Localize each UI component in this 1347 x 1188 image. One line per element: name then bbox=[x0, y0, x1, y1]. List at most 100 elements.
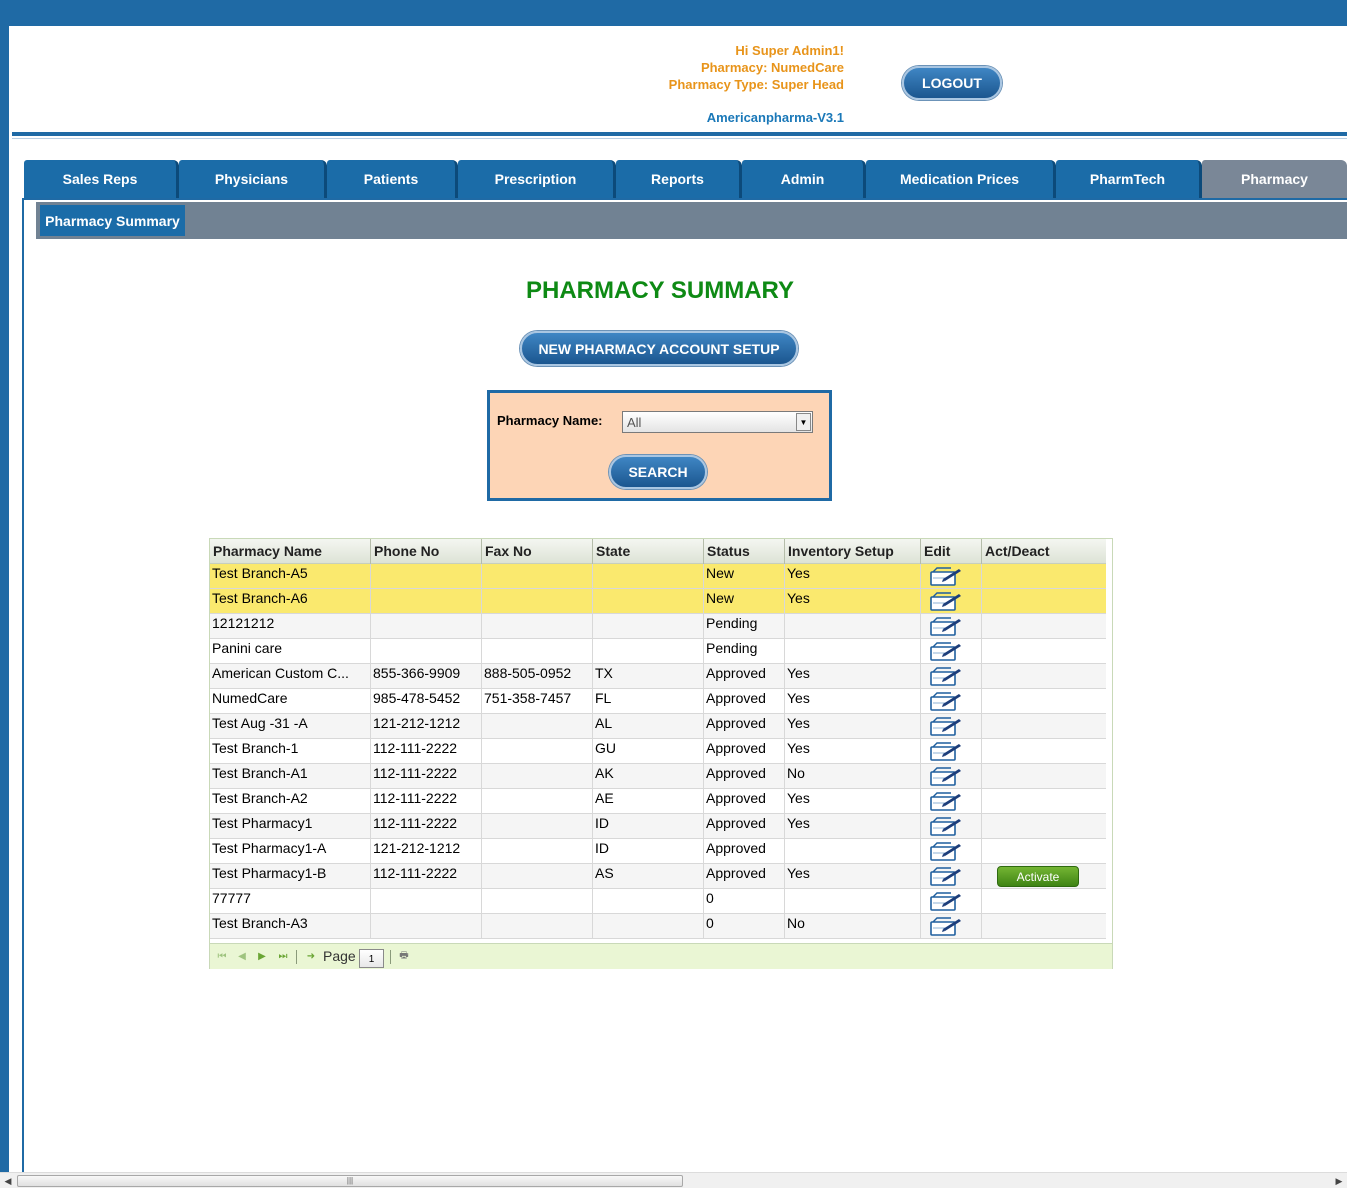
new-pharmacy-account-button[interactable]: NEW PHARMACY ACCOUNT SETUP bbox=[520, 331, 798, 366]
tab-pharmacy[interactable]: Pharmacy bbox=[1202, 160, 1347, 198]
cell-fax bbox=[482, 639, 593, 663]
main-nav: Sales Reps Physicians Patients Prescript… bbox=[24, 160, 1347, 198]
col-state[interactable]: State bbox=[593, 539, 704, 564]
edit-icon[interactable] bbox=[929, 915, 963, 937]
next-page-icon[interactable]: ▶ bbox=[255, 949, 269, 963]
table-row[interactable]: Test Pharmacy1 112-111-2222 ID Approved Yes bbox=[210, 814, 1106, 839]
table-row[interactable]: NumedCare 985-478-5452 751-358-7457 FL Appro… bbox=[210, 689, 1106, 714]
logout-button[interactable]: LOGOUT bbox=[902, 66, 1002, 100]
page-number-input[interactable]: 1 bbox=[359, 949, 384, 968]
cell-edit bbox=[921, 914, 982, 938]
edit-icon[interactable] bbox=[929, 615, 963, 637]
cell-act-deact bbox=[982, 639, 1106, 663]
col-act-deact[interactable]: Act/Deact bbox=[982, 539, 1106, 564]
pager-separator bbox=[296, 950, 297, 964]
table-row[interactable]: 77777 0 bbox=[210, 889, 1106, 914]
edit-icon[interactable] bbox=[929, 565, 963, 587]
cell-pharmacy-name: Test Branch-1 bbox=[210, 739, 371, 763]
pharmacy-name-select[interactable]: All ▼ bbox=[622, 411, 813, 433]
cell-status: Approved bbox=[704, 814, 785, 838]
edit-icon[interactable] bbox=[929, 640, 963, 662]
edit-icon[interactable] bbox=[929, 665, 963, 687]
table-row[interactable]: Panini care Pending bbox=[210, 639, 1106, 664]
cell-fax bbox=[482, 839, 593, 863]
edit-icon[interactable] bbox=[929, 765, 963, 787]
cell-pharmacy-name: NumedCare bbox=[210, 689, 371, 713]
tab-sales-reps[interactable]: Sales Reps bbox=[24, 160, 179, 198]
cell-pharmacy-name: Test Pharmacy1 bbox=[210, 814, 371, 838]
table-row[interactable]: Test Pharmacy1-B 112-111-2222 AS Approved Ye… bbox=[210, 864, 1106, 889]
cell-phone bbox=[371, 639, 482, 663]
cell-pharmacy-name: 12121212 bbox=[210, 614, 371, 638]
cell-act-deact bbox=[982, 589, 1106, 613]
tab-prescription[interactable]: Prescription bbox=[458, 160, 616, 198]
pager-separator bbox=[390, 950, 391, 964]
edit-icon[interactable] bbox=[929, 865, 963, 887]
goto-page-icon[interactable]: ➜ bbox=[304, 949, 318, 963]
cell-status: Approved bbox=[704, 664, 785, 688]
col-inventory-setup[interactable]: Inventory Setup bbox=[785, 539, 921, 564]
print-icon[interactable]: 🖶 bbox=[397, 949, 411, 963]
edit-icon[interactable] bbox=[929, 815, 963, 837]
last-page-icon[interactable]: ⏭ bbox=[276, 949, 290, 963]
user-info: Hi Super Admin1! Pharmacy: NumedCare Pha… bbox=[669, 42, 844, 93]
cell-fax bbox=[482, 614, 593, 638]
tab-pharmtech[interactable]: PharmTech bbox=[1056, 160, 1202, 198]
sub-nav-bar bbox=[36, 202, 1347, 239]
col-status[interactable]: Status bbox=[704, 539, 785, 564]
tab-reports[interactable]: Reports bbox=[616, 160, 742, 198]
first-page-icon[interactable]: ⏮ bbox=[215, 949, 229, 963]
table-row[interactable]: Test Branch-A2 112-111-2222 AE Approved Yes bbox=[210, 789, 1106, 814]
cell-status: Approved bbox=[704, 689, 785, 713]
cell-phone: 112-111-2222 bbox=[371, 814, 482, 838]
cell-state: GU bbox=[593, 739, 704, 763]
edit-icon[interactable] bbox=[929, 715, 963, 737]
cell-status: Approved bbox=[704, 839, 785, 863]
col-phone-no[interactable]: Phone No bbox=[371, 539, 482, 564]
edit-icon[interactable] bbox=[929, 740, 963, 762]
subtab-pharmacy-summary[interactable]: Pharmacy Summary bbox=[40, 205, 185, 236]
cell-edit bbox=[921, 564, 982, 588]
tab-patients[interactable]: Patients bbox=[327, 160, 458, 198]
table-row[interactable]: Test Branch-A6 New Yes bbox=[210, 589, 1106, 614]
prev-page-icon[interactable]: ◀ bbox=[235, 949, 249, 963]
cell-phone: 121-212-1212 bbox=[371, 839, 482, 863]
table-row[interactable]: 12121212 Pending bbox=[210, 614, 1106, 639]
scrollbar-thumb[interactable]: ||| bbox=[17, 1175, 683, 1187]
col-fax-no[interactable]: Fax No bbox=[482, 539, 593, 564]
cell-status: 0 bbox=[704, 889, 785, 913]
scroll-left-icon[interactable]: ◀ bbox=[2, 1175, 14, 1187]
table-row[interactable]: Test Branch-A3 0 No bbox=[210, 914, 1106, 939]
edit-icon[interactable] bbox=[929, 890, 963, 912]
table-row[interactable]: Test Branch-1 112-111-2222 GU Approved Yes bbox=[210, 739, 1106, 764]
activate-button[interactable]: Activate bbox=[997, 866, 1079, 887]
table-row[interactable]: Test Branch-A1 112-111-2222 AK Approved No bbox=[210, 764, 1106, 789]
table-row[interactable]: Test Branch-A5 New Yes bbox=[210, 564, 1106, 589]
scroll-right-icon[interactable]: ▶ bbox=[1333, 1175, 1345, 1187]
cell-state: AE bbox=[593, 789, 704, 813]
table-row[interactable]: American Custom C... 855-366-9909 888-505-… bbox=[210, 664, 1106, 689]
tab-admin[interactable]: Admin bbox=[742, 160, 866, 198]
edit-icon[interactable] bbox=[929, 790, 963, 812]
table-row[interactable]: Test Aug -31 -A 121-212-1212 AL Approved Yes bbox=[210, 714, 1106, 739]
edit-icon[interactable] bbox=[929, 840, 963, 862]
col-pharmacy-name[interactable]: Pharmacy Name bbox=[210, 539, 371, 564]
tab-physicians[interactable]: Physicians bbox=[179, 160, 327, 198]
horizontal-scrollbar[interactable]: ◀ ||| ▶ bbox=[0, 1172, 1347, 1188]
cell-inventory: Yes bbox=[785, 789, 921, 813]
cell-edit bbox=[921, 689, 982, 713]
cell-fax: 751-358-7457 bbox=[482, 689, 593, 713]
tab-medication-prices[interactable]: Medication Prices bbox=[866, 160, 1056, 198]
table-row[interactable]: Test Pharmacy1-A 121-212-1212 ID Approved bbox=[210, 839, 1106, 864]
cell-act-deact bbox=[982, 564, 1106, 588]
edit-icon[interactable] bbox=[929, 590, 963, 612]
cell-state bbox=[593, 564, 704, 588]
col-edit[interactable]: Edit bbox=[921, 539, 982, 564]
cell-phone: 855-366-9909 bbox=[371, 664, 482, 688]
cell-inventory: Yes bbox=[785, 714, 921, 738]
pharmacy-name-label: Pharmacy Name: bbox=[497, 413, 603, 428]
chevron-down-icon[interactable]: ▼ bbox=[796, 413, 811, 431]
search-button[interactable]: SEARCH bbox=[609, 455, 707, 489]
edit-icon[interactable] bbox=[929, 690, 963, 712]
cell-phone: 985-478-5452 bbox=[371, 689, 482, 713]
